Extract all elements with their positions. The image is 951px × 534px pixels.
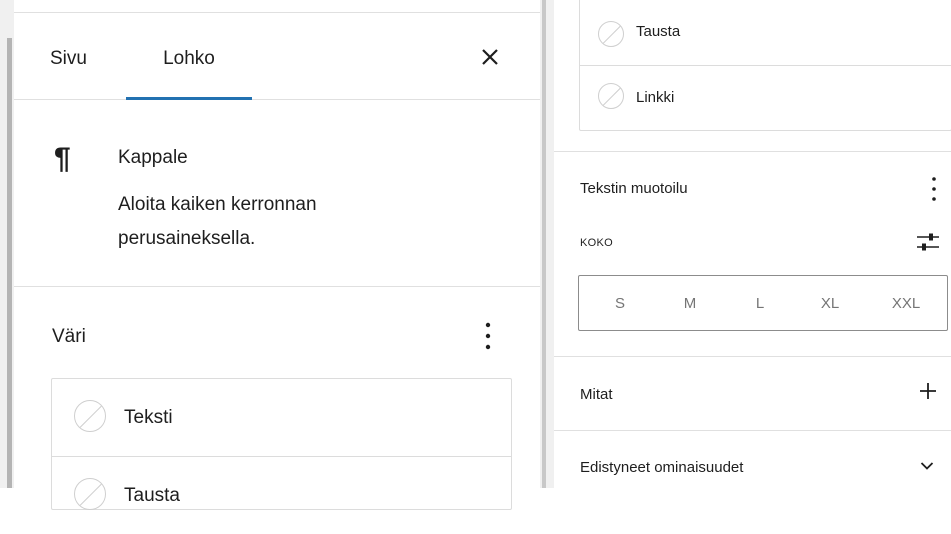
empty-swatch-icon — [598, 83, 624, 109]
section-divider — [554, 151, 951, 152]
tab-page[interactable]: Sivu — [50, 13, 87, 99]
panel-scrollbar[interactable] — [542, 0, 546, 488]
plus-icon[interactable] — [919, 382, 937, 400]
size-option-xl[interactable]: XL — [795, 276, 865, 330]
advanced-title[interactable]: Edistyneet ominaisuudet — [580, 459, 743, 476]
more-vertical-icon[interactable] — [482, 319, 494, 353]
editor-scroll-gutter — [0, 0, 14, 488]
color-section-title: Väri — [52, 326, 86, 347]
empty-swatch-icon — [74, 400, 106, 432]
more-vertical-icon[interactable] — [930, 175, 938, 203]
block-card: ¶ Kappale Aloita kaiken kerronnan perusa… — [14, 100, 540, 287]
settings-sidebar-left: Sivu Lohko ¶ Kappale Aloita kaiken kerro… — [14, 12, 540, 510]
empty-swatch-icon — [74, 478, 106, 510]
color-item-label: Tausta — [636, 23, 681, 40]
size-option-m[interactable]: M — [655, 276, 725, 330]
color-item-label: Teksti — [124, 407, 173, 428]
sidebar-tabs: Sivu Lohko — [14, 13, 540, 100]
color-item-background[interactable]: Tausta — [52, 456, 511, 534]
editor-scrollbar[interactable] — [7, 38, 12, 488]
block-title: Kappale — [118, 147, 188, 168]
color-list: Teksti Tausta — [51, 378, 512, 510]
settings-sidebar-right: Tausta Linkki Tekstin muotoilu KOKO S M … — [554, 0, 951, 488]
panel-divider — [540, 0, 554, 488]
section-divider — [554, 356, 951, 357]
color-item-link[interactable]: Linkki — [580, 65, 951, 130]
typography-title: Tekstin muotoilu — [580, 180, 688, 197]
size-option-xxl[interactable]: XXL — [871, 276, 941, 330]
color-item-text[interactable]: Teksti — [52, 379, 511, 456]
color-item-label: Tausta — [124, 485, 180, 506]
sliders-icon[interactable] — [916, 230, 940, 254]
section-divider — [554, 430, 951, 431]
color-list: Tausta Linkki — [579, 0, 951, 131]
dimensions-title[interactable]: Mitat — [580, 386, 613, 403]
font-size-picker: S M L XL XXL — [578, 275, 948, 331]
chevron-down-icon[interactable] — [920, 461, 934, 471]
tab-block[interactable]: Lohko — [126, 13, 252, 100]
color-item-background[interactable]: Tausta — [580, 0, 951, 63]
size-option-s[interactable]: S — [585, 276, 655, 330]
close-icon[interactable] — [480, 47, 500, 67]
color-item-label: Linkki — [636, 89, 675, 106]
block-description: Aloita kaiken kerronnan perusaineksella. — [118, 194, 317, 249]
size-label: KOKO — [580, 237, 613, 249]
size-option-l[interactable]: L — [725, 276, 795, 330]
paragraph-icon: ¶ — [54, 142, 71, 175]
empty-swatch-icon — [598, 21, 624, 47]
